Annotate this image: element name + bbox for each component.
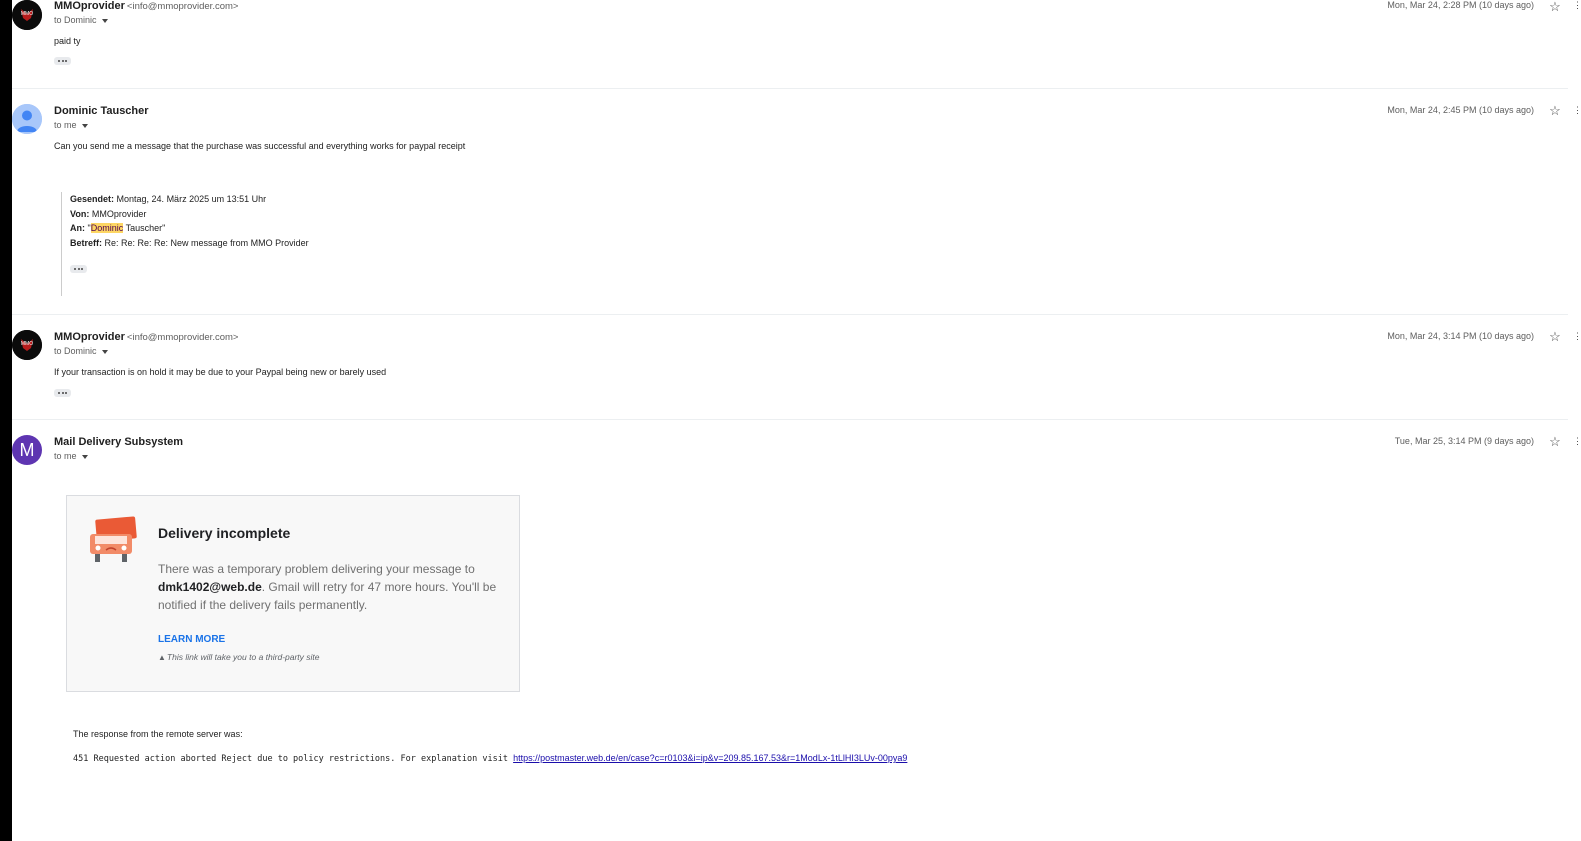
message-date: Mon, Mar 24, 2:28 PM (10 days ago) <box>1387 0 1534 10</box>
delivery-status-card: Delivery incomplete There was a temporar… <box>66 495 520 692</box>
card-message: There was a temporary problem delivering… <box>158 562 497 612</box>
search-highlight: Dominic <box>90 223 124 233</box>
svg-text:MMO: MMO <box>21 341 33 347</box>
message-divider <box>12 419 1581 420</box>
message-date: Tue, Mar 25, 3:14 PM (9 days ago) <box>1394 436 1534 446</box>
star-icon[interactable]: ☆ <box>1548 329 1562 344</box>
star-icon[interactable]: ☆ <box>1548 103 1562 118</box>
message-date: Mon, Mar 24, 3:14 PM (10 days ago) <box>1387 331 1534 341</box>
more-options-icon[interactable]: ⋮ <box>1573 105 1581 115</box>
response-label: The response from the remote server was: <box>73 729 243 739</box>
recipient-dropdown[interactable]: to Dominic <box>54 346 108 356</box>
card-title: Delivery incomplete <box>158 525 291 541</box>
sender-avatar-letter[interactable]: M <box>12 435 42 465</box>
message-divider <box>12 88 1581 89</box>
sender-name[interactable]: MMOprovider <info@mmoprovider.com> <box>54 0 238 12</box>
chevron-down-icon <box>101 349 108 354</box>
chevron-down-icon <box>81 123 88 128</box>
left-black-bar <box>0 0 12 841</box>
chevron-down-icon <box>81 454 88 459</box>
recipient-email: dmk1402@web.de <box>158 580 262 594</box>
third-party-disclaimer: ▲This link will take you to a third-part… <box>158 652 320 662</box>
warning-icon: ▲ <box>158 653 166 662</box>
learn-more-link[interactable]: LEARN MORE <box>158 634 225 645</box>
sender-address: <info@mmoprovider.com> <box>126 332 239 343</box>
message-body: If your transaction is on hold it may be… <box>54 367 387 377</box>
sender-name[interactable]: Dominic Tauscher <box>54 105 149 117</box>
recipient-dropdown[interactable]: to me <box>54 120 88 130</box>
message-divider <box>12 314 1581 315</box>
chevron-down-icon <box>101 18 108 23</box>
recipient-dropdown[interactable]: to me <box>54 451 88 461</box>
quote-to-row: An: "Dominic Tauscher" <box>70 223 166 233</box>
quote-from-row: Von: MMOprovider <box>70 208 147 219</box>
message-body: paid ty <box>54 36 81 46</box>
quoted-header: Gesendet: Montag, 24. März 2025 um 13:51… <box>61 192 670 296</box>
quote-subject-row: Betreff: Re: Re: Re: Re: New message fro… <box>70 237 309 248</box>
show-trimmed-content-button[interactable] <box>70 265 87 273</box>
recipient-dropdown[interactable]: to Dominic <box>54 15 108 25</box>
show-trimmed-content-button[interactable] <box>54 389 71 397</box>
sender-address: <info@mmoprovider.com> <box>126 1 239 12</box>
more-options-icon[interactable]: ⋮ <box>1573 0 1581 10</box>
right-edge: ⋮ ⋮ ⋮ ⋮ <box>1568 0 1581 841</box>
message-date: Mon, Mar 24, 2:45 PM (10 days ago) <box>1387 105 1534 115</box>
star-icon[interactable]: ☆ <box>1548 0 1562 14</box>
sender-avatar-mmoprovider[interactable]: MMO <box>12 0 42 30</box>
sender-name[interactable]: MMOprovider <info@mmoprovider.com> <box>54 331 238 343</box>
logo-icon: MMO <box>12 330 42 360</box>
response-code: 451 Requested action aborted Reject due … <box>73 753 908 764</box>
postmaster-link[interactable]: https://postmaster.web.de/en/case?c=r010… <box>513 753 907 763</box>
delivery-truck-icon <box>90 516 137 562</box>
more-options-icon[interactable]: ⋮ <box>1573 436 1581 446</box>
person-icon <box>12 104 42 134</box>
sender-avatar-person[interactable] <box>12 104 42 134</box>
sender-name[interactable]: Mail Delivery Subsystem <box>54 436 183 448</box>
quote-sent-row: Gesendet: Montag, 24. März 2025 um 13:51… <box>70 194 267 204</box>
show-trimmed-content-button[interactable] <box>54 57 71 65</box>
svg-text:MMO: MMO <box>21 11 33 17</box>
logo-icon: MMO <box>12 0 42 30</box>
message-body: Can you send me a message that the purch… <box>54 141 466 151</box>
star-icon[interactable]: ☆ <box>1548 434 1562 449</box>
more-options-icon[interactable]: ⋮ <box>1573 331 1581 341</box>
sender-avatar-mmoprovider[interactable]: MMO <box>12 330 42 360</box>
